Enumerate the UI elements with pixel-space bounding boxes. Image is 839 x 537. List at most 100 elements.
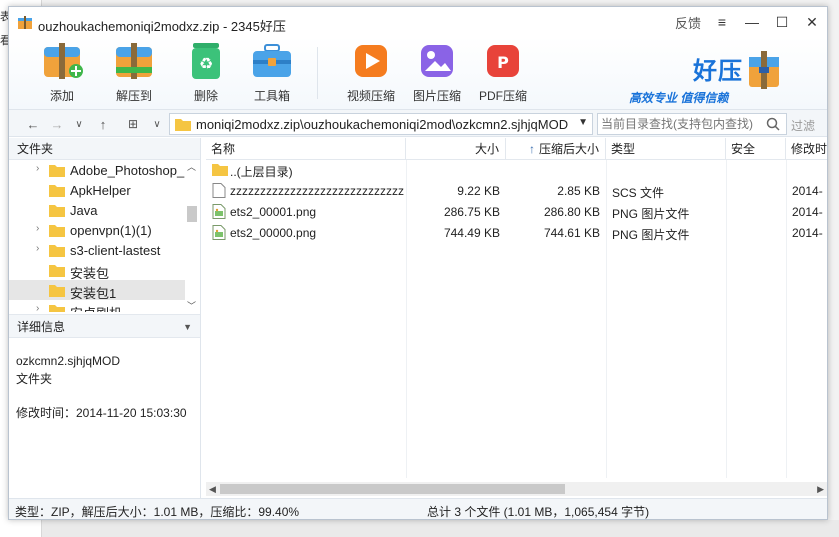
folder-icon (49, 163, 65, 177)
tree-item[interactable]: › openvpn(1)(1) (9, 220, 185, 240)
pdf-compress-label: PDF压缩 (478, 89, 527, 103)
status-bar: 类型：ZIP，解压后大小：1.01 MB，压缩比：99.40% 总计 3 个文件… (9, 498, 827, 519)
col-size[interactable]: 大小 (406, 138, 506, 160)
pdf-compress-button[interactable]: P PDF压缩 (468, 41, 538, 104)
delete-label: 删除 (193, 89, 218, 103)
expand-arrow-icon[interactable]: › (36, 303, 39, 312)
folder-icon (212, 162, 228, 177)
file-size: 286.75 KB (443, 205, 500, 219)
maximize-icon[interactable]: ☐ (767, 7, 797, 37)
folder-icon (49, 223, 65, 237)
video-compress-button[interactable]: 视频压缩 (336, 41, 406, 104)
detail-mtime: 修改时间：2014-11-20 15:03:30 (16, 406, 187, 420)
sort-asc-icon: ↑ (528, 142, 535, 156)
scroll-thumb[interactable] (220, 484, 565, 494)
menu-icon[interactable]: ≡ (707, 7, 737, 37)
add-archive-icon (44, 43, 83, 79)
folder-icon (49, 203, 65, 217)
search-field[interactable] (597, 113, 787, 135)
tree-item[interactable]: Java (9, 200, 185, 220)
tree-item[interactable]: 安装包1 (9, 280, 185, 301)
table-row[interactable]: zzzzzzzzzzzzzzzzzzzzzzzzzzzzzz... 9.22 KB… (206, 181, 827, 202)
folder-icon (49, 243, 65, 257)
details-header[interactable]: 详细信息 ▼ (9, 314, 200, 338)
tree-item[interactable]: › 安卓刷机 (9, 300, 185, 312)
tree-item-label: openvpn(1)(1) (70, 223, 152, 238)
toolbox-button[interactable]: 工具箱 (237, 41, 307, 104)
col-type[interactable]: 类型 (606, 138, 726, 160)
col-security[interactable]: 安全 (726, 138, 786, 160)
recycle-icon: ♻ (192, 43, 220, 79)
image-compress-button[interactable]: 图片压缩 (402, 41, 472, 104)
tree-item-label: s3-client-lastest (70, 243, 161, 258)
table-row[interactable]: ets2_00000.png 744.49 KB 744.61 KB PNG 图片文件… (206, 223, 827, 244)
file-type: SCS 文件 (612, 186, 665, 200)
history-dropdown-icon[interactable]: ∨ (69, 114, 89, 134)
add-button[interactable]: 添加 (27, 41, 97, 104)
expand-arrow-icon[interactable]: › (36, 243, 39, 254)
image-compress-label: 图片压缩 (412, 89, 461, 103)
brand-logo: 好压 高效专业 值得信赖 (629, 47, 779, 107)
path-field[interactable]: moniqi2modxz.zip\ouzhoukachemoniqi2mod\o… (169, 113, 593, 135)
scroll-right-icon[interactable]: ▶ (817, 482, 824, 496)
file-size: 744.49 KB (443, 226, 500, 240)
pdf-icon: P (487, 45, 519, 77)
brand-archive-icon (749, 51, 779, 89)
forward-icon[interactable]: → (47, 114, 67, 134)
table-row[interactable]: ..(上层目录) (206, 160, 827, 181)
add-label: 添加 (49, 89, 74, 103)
close-icon[interactable]: ✕ (797, 7, 827, 37)
folder-tree: › Adobe_Photoshop_ ApkHelper Java › openvpn(1… (9, 160, 200, 312)
minimize-icon[interactable]: — (737, 7, 767, 37)
col-name[interactable]: 名称 (206, 138, 406, 160)
video-compress-label: 视频压缩 (346, 89, 395, 103)
path-dropdown-icon[interactable]: ▼ (578, 117, 588, 128)
table-row[interactable]: ets2_00001.png 286.75 KB 286.80 KB PNG 图片文件… (206, 202, 827, 223)
desktop-bottom-strip (42, 520, 839, 537)
file-type: PNG 图片文件 (612, 228, 690, 242)
scroll-down-icon[interactable]: ﹀ (187, 299, 196, 312)
tree-scrollbar[interactable]: ︿ ﹀ (186, 160, 198, 312)
svg-text:♻: ♻ (199, 54, 213, 73)
search-input[interactable] (601, 116, 761, 132)
view-dropdown-icon[interactable]: ∨ (147, 114, 167, 134)
expand-arrow-icon[interactable]: › (36, 223, 39, 234)
filter-button[interactable]: 过滤 (791, 117, 815, 134)
folder-icon (49, 263, 65, 277)
detail-type: 文件夹 (16, 372, 53, 386)
col-mtime[interactable]: 修改时 (786, 138, 827, 160)
image-icon (421, 45, 453, 77)
tree-item[interactable]: ApkHelper (9, 180, 185, 200)
tree-item-label: Adobe_Photoshop_ (70, 163, 185, 178)
title-bar[interactable]: ouzhoukachemoniqi2modxz.zip - 2345好压 反馈 … (9, 7, 827, 37)
details-body: ozkcmn2.sjhjqMOD 文件夹 修改时间：2014-11-20 15:… (16, 352, 187, 422)
tree-item[interactable]: 安装包 (9, 260, 185, 281)
window-controls: 反馈 ≡ — ☐ ✕ (669, 7, 827, 37)
feedback-button[interactable]: 反馈 (669, 7, 707, 37)
search-icon[interactable] (766, 117, 780, 131)
up-icon[interactable]: ↑ (93, 114, 113, 134)
expand-arrow-icon[interactable]: › (36, 163, 39, 174)
archive-app-icon (18, 16, 32, 29)
scroll-up-icon[interactable]: ︿ (187, 160, 196, 173)
delete-button[interactable]: ♻ 删除 (171, 41, 241, 104)
folder-icon (49, 283, 65, 297)
folder-pane-header: 文件夹 (9, 138, 200, 160)
image-icon (212, 225, 226, 240)
tree-scroll-thumb[interactable] (187, 206, 197, 222)
extract-button[interactable]: 解压到 (99, 41, 169, 104)
toolbox-icon (253, 44, 291, 77)
svg-text:P: P (497, 53, 509, 72)
path-text: moniqi2modxz.zip\ouzhoukachemoniqi2mod\o… (196, 117, 569, 132)
view-mode-icon[interactable]: ⊞ (123, 114, 143, 134)
tree-item[interactable]: › Adobe_Photoshop_ (9, 160, 185, 180)
detail-name: ozkcmn2.sjhjqMOD (16, 354, 121, 368)
col-packed[interactable]: ↑ 压缩后大小 (506, 138, 606, 160)
tree-item-label: Java (70, 203, 98, 218)
tree-item[interactable]: › s3-client-lastest (9, 240, 185, 260)
scroll-left-icon[interactable]: ◀ (209, 482, 216, 496)
file-mtime: 2014- (792, 184, 823, 198)
details-toggle-icon[interactable]: ▼ (183, 315, 192, 339)
horizontal-scrollbar[interactable]: ◀ ▶ (206, 482, 827, 496)
back-icon[interactable]: ← (23, 114, 43, 134)
